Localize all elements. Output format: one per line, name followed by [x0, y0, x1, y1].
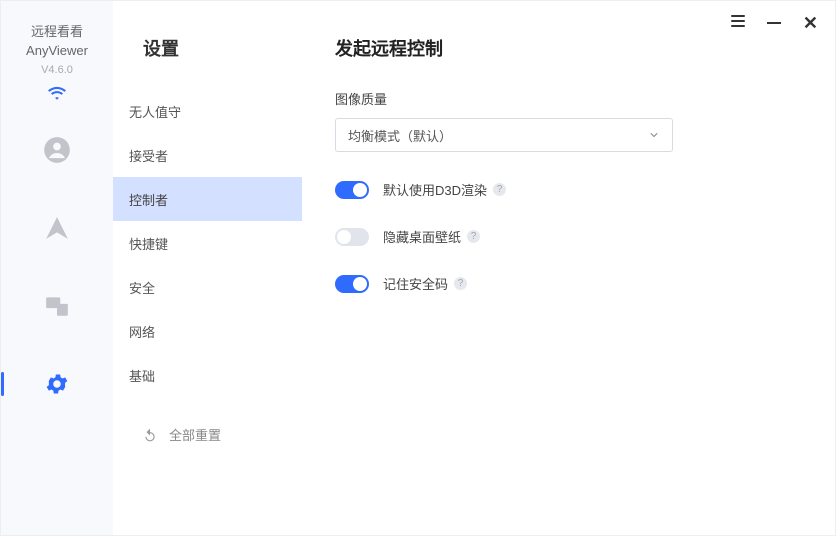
- image-quality-label: 图像质量: [335, 89, 795, 108]
- app-subname: AnyViewer: [26, 43, 88, 58]
- settings-item-basic[interactable]: 基础: [113, 353, 302, 397]
- app-version: V4.6.0: [41, 64, 73, 76]
- toggle-d3d[interactable]: [335, 181, 369, 199]
- reset-label: 全部重置: [169, 425, 221, 444]
- toggle-remember[interactable]: [335, 275, 369, 293]
- rail-settings[interactable]: [1, 362, 113, 406]
- image-quality-value: 均衡模式（默认）: [348, 126, 452, 145]
- settings-item-shortcut[interactable]: 快捷键: [113, 221, 302, 265]
- settings-item-controller[interactable]: 控制者: [113, 177, 302, 221]
- settings-panel: 设置 无人值守 接受者 控制者 快捷键 安全 网络 基础 全部重置: [113, 1, 303, 535]
- toggle-wallpaper-label: 隐藏桌面壁纸: [383, 227, 461, 246]
- chevron-down-icon: [648, 129, 660, 141]
- settings-item-network[interactable]: 网络: [113, 309, 302, 353]
- toggle-remember-label: 记住安全码: [383, 274, 448, 293]
- toggle-wallpaper[interactable]: [335, 228, 369, 246]
- settings-item-unattended[interactable]: 无人值守: [113, 89, 302, 133]
- undo-icon: [143, 428, 157, 442]
- minimize-button[interactable]: [767, 15, 781, 30]
- settings-title: 设置: [139, 35, 302, 61]
- rail-account[interactable]: [1, 128, 113, 172]
- reset-all[interactable]: 全部重置: [139, 425, 302, 444]
- app-name: 远程看看: [31, 23, 83, 41]
- menu-icon[interactable]: [731, 12, 745, 33]
- settings-item-security[interactable]: 安全: [113, 265, 302, 309]
- settings-item-recipient[interactable]: 接受者: [113, 133, 302, 177]
- help-icon[interactable]: ?: [467, 230, 480, 243]
- rail-devices[interactable]: [1, 284, 113, 328]
- main-panel: 发起远程控制 图像质量 均衡模式（默认） 默认使用D3D渲染 ? 隐藏桌面壁纸 …: [303, 1, 835, 535]
- rail-connect[interactable]: [1, 206, 113, 250]
- close-button[interactable]: ✕: [803, 14, 818, 32]
- toggle-d3d-label: 默认使用D3D渲染: [383, 180, 487, 199]
- help-icon[interactable]: ?: [493, 183, 506, 196]
- nav-rail: 远程看看 AnyViewer V4.6.0: [1, 1, 113, 535]
- help-icon[interactable]: ?: [454, 277, 467, 290]
- image-quality-select[interactable]: 均衡模式（默认）: [335, 118, 673, 152]
- page-title: 发起远程控制: [335, 35, 795, 61]
- wifi-icon: [48, 86, 66, 100]
